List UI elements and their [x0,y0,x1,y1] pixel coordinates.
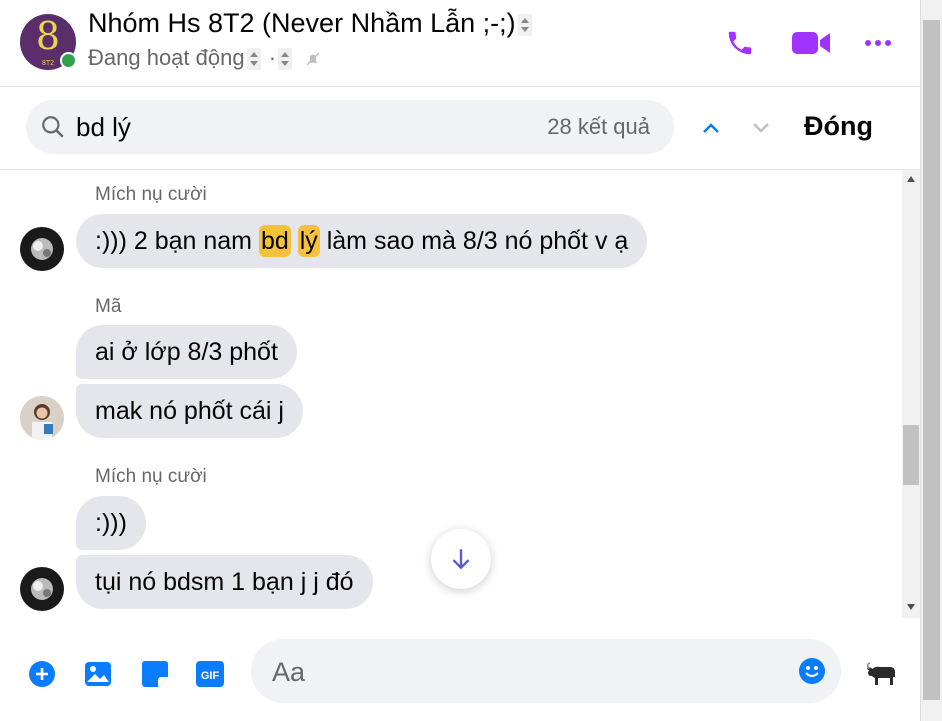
message-bubble[interactable]: ai ở lớp 8/3 phốt [76,325,297,379]
message-bubble[interactable]: tụi nó bdsm 1 bạn j j đó [76,555,373,609]
mute-bell-icon [306,52,320,66]
previous-result-button[interactable] [698,115,724,141]
search-query[interactable]: bd lý [76,112,131,143]
buffalo-icon[interactable] [864,659,900,689]
sticker-icon[interactable] [140,659,170,689]
next-result-button[interactable] [748,115,774,141]
message-scrollbar[interactable] [902,170,920,618]
chevron-down-icon [753,123,769,133]
search-highlight: lý [297,225,320,257]
message-text [291,227,298,255]
search-field[interactable]: bd lý 28 kết quả [26,100,674,154]
status-separator: · [268,45,277,70]
message-text: làm sao mà 8/3 nó phốt v ạ [319,227,629,255]
plus-icon[interactable] [27,659,57,689]
scroll-down-arrow[interactable] [907,604,915,610]
sender-avatar[interactable] [20,567,64,611]
window-scrollbar[interactable] [921,0,942,721]
group-title[interactable]: Nhóm Hs 8T2 (Never Nhầm Lẫn ;-;) [88,8,534,39]
scroll-up-arrow[interactable] [907,176,915,182]
emoji-icon[interactable] [798,657,826,690]
status-text: Đang hoạt động [88,45,245,70]
scroll-to-bottom-button[interactable] [431,529,491,589]
composer: GIF [0,624,920,721]
active-status: Đang hoạt động · [88,45,322,71]
message-bubble[interactable]: :))) 2 bạn nam bd lý làm sao mà 8/3 nó p… [76,214,648,268]
message-input-field[interactable] [251,639,841,703]
sender-name: Mã [95,296,122,317]
message-bubble[interactable]: :))) [76,496,146,550]
gif-label: GIF [201,670,220,682]
status-spinner-2[interactable] [278,48,293,71]
sender-name: Mích nụ cười [95,466,207,487]
search-bar: bd lý 28 kết quả Đóng [0,87,920,170]
message-input[interactable] [270,651,774,693]
chat-window: 8 8T2 Nhóm Hs 8T2 (Never Nhầm Lẫn ;-;) Đ… [0,0,921,721]
avatar-number: 8 [35,14,61,58]
result-count: 28 kết quả [547,114,650,139]
sender-avatar[interactable] [20,396,64,440]
image-icon[interactable] [83,659,113,689]
sender-name: Mích nụ cười [95,184,207,205]
arrow-down-icon [452,549,470,570]
message-bubble[interactable]: mak nó phốt cái j [76,384,303,438]
gif-icon[interactable]: GIF [195,659,225,689]
scrollbar-thumb[interactable] [903,425,919,485]
search-icon [42,116,64,138]
window-scrollbar-thumb[interactable] [923,20,940,700]
chevron-up-icon [703,123,719,133]
group-avatar[interactable]: 8 8T2 [20,14,77,70]
close-search-button[interactable]: Đóng [804,111,873,142]
video-call-icon[interactable] [790,26,832,60]
chat-header: 8 8T2 Nhóm Hs 8T2 (Never Nhầm Lẫn ;-;) Đ… [0,0,920,87]
search-highlight: bd [258,225,291,257]
sender-avatar[interactable] [20,227,64,271]
status-spinner-1[interactable] [246,48,261,71]
title-spinner[interactable] [517,13,532,36]
group-title-text: Nhóm Hs 8T2 (Never Nhầm Lẫn ;-;) [88,8,516,38]
message-text: :))) 2 bạn nam [95,227,259,255]
more-options-icon[interactable] [861,26,895,60]
online-indicator [60,52,77,69]
audio-call-icon[interactable] [723,26,757,60]
